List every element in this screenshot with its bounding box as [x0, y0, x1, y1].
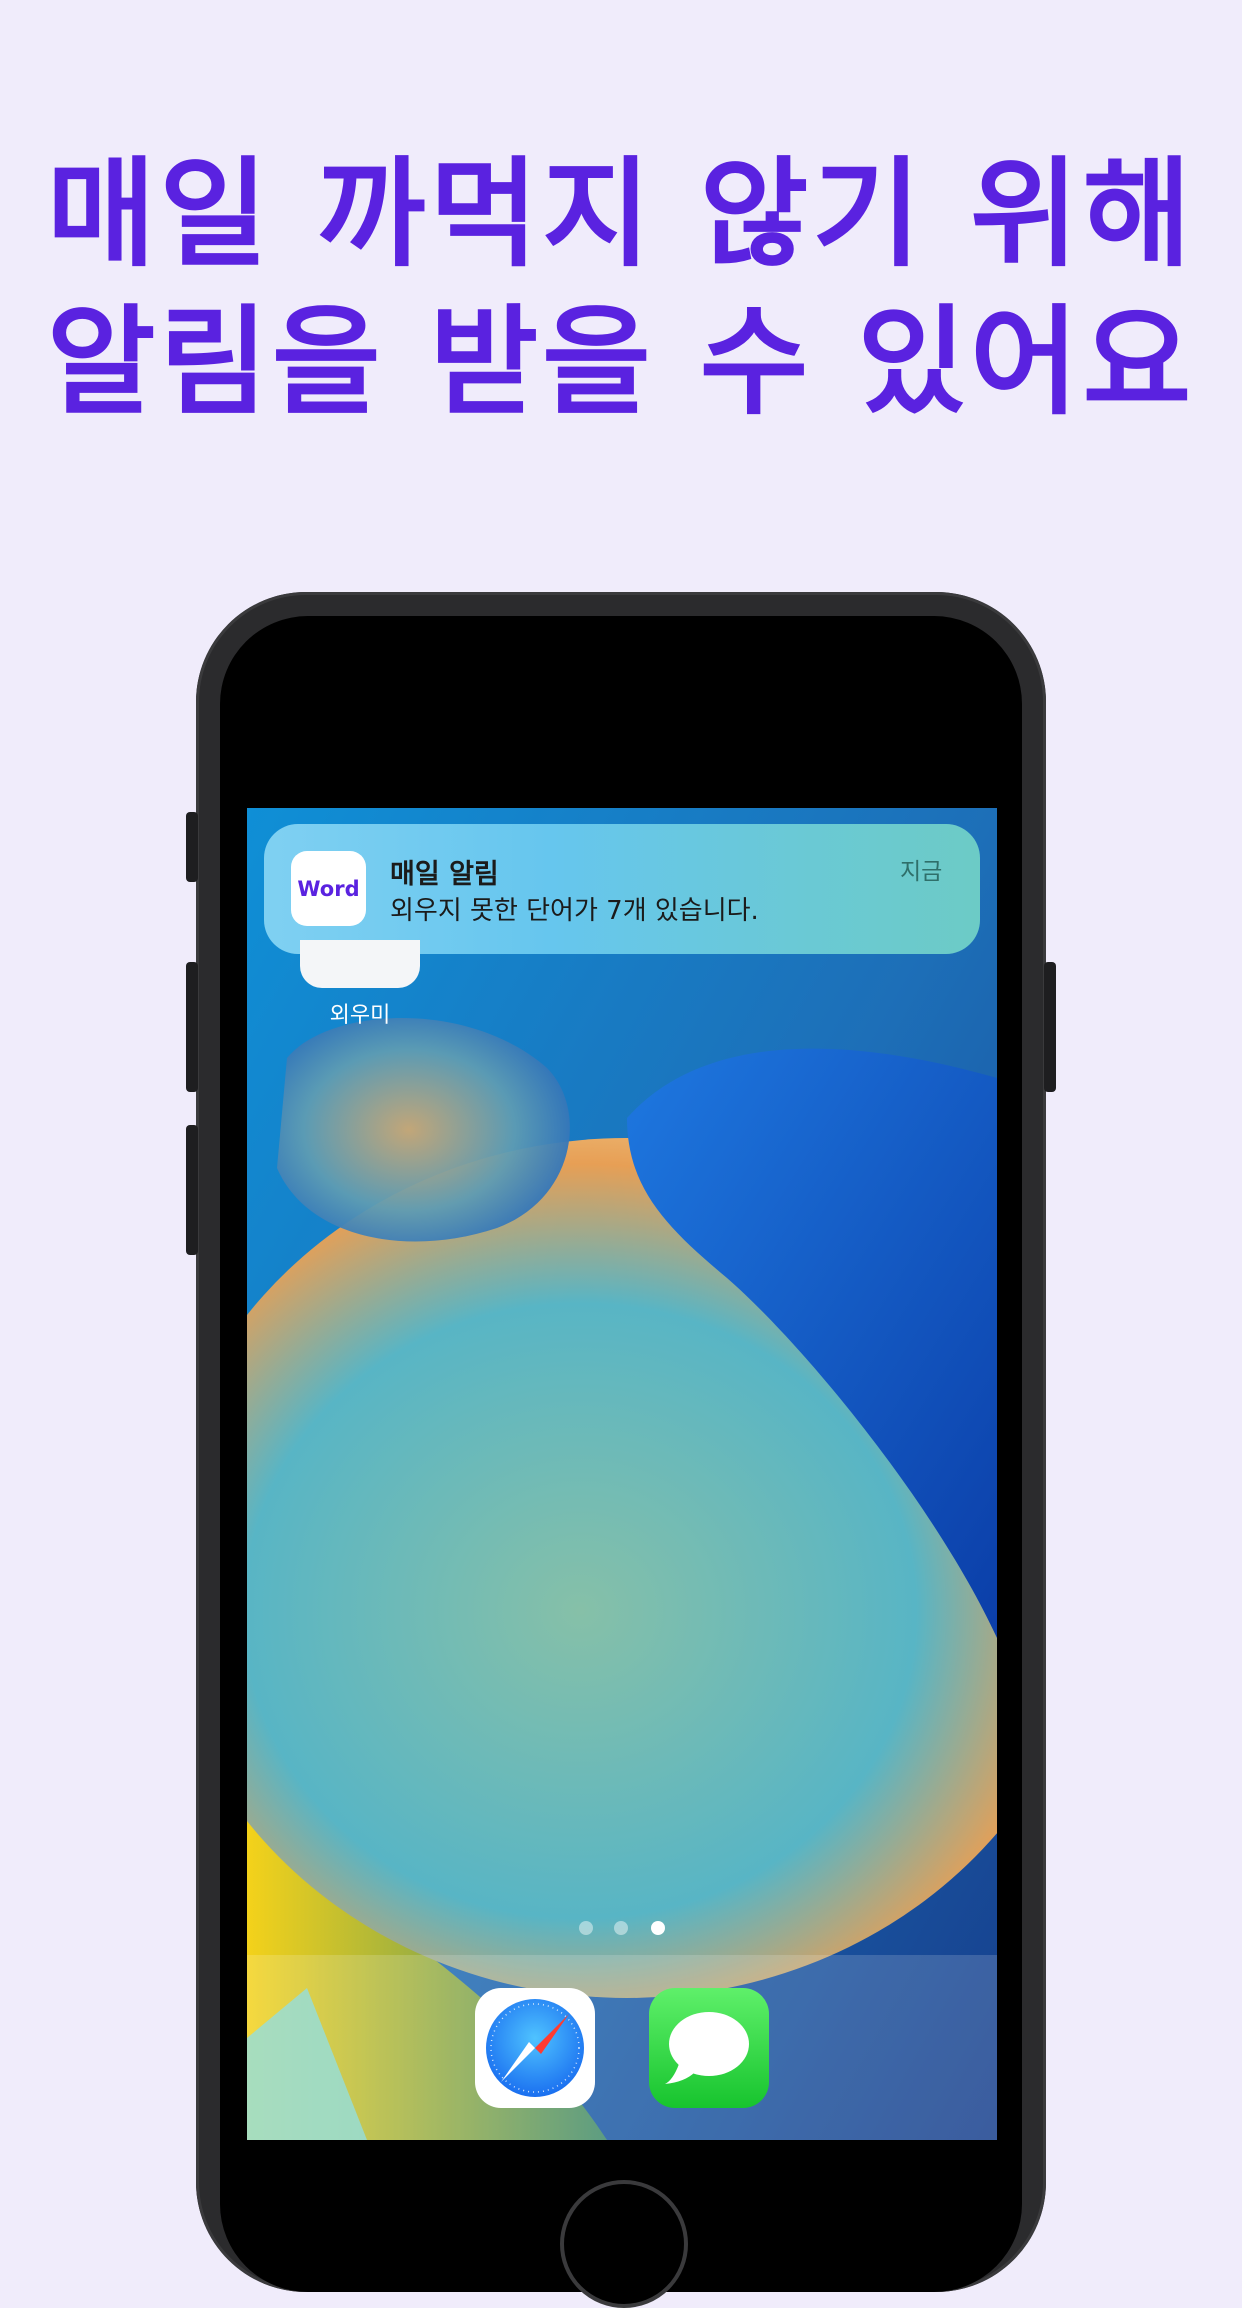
headline: 매일 까먹지 않기 위해 알림을 받을 수 있어요: [0, 140, 1242, 436]
notification-body: 외우지 못한 단어가 7개 있습니다.: [390, 896, 759, 926]
notification-banner[interactable]: [264, 824, 980, 954]
notification-title: 매일 알림: [390, 859, 499, 890]
notification-time: 지금: [900, 859, 943, 885]
headline-line-1: 매일 까먹지 않기 위해: [46, 145, 1196, 283]
page-dot-2[interactable]: [614, 1921, 628, 1935]
home-button[interactable]: [560, 2180, 688, 2308]
messages-icon[interactable]: [649, 1988, 769, 2108]
headline-line-2: 알림을 받을 수 있어요: [46, 293, 1196, 431]
app-label-oeumi: 외우미: [329, 1003, 391, 1028]
safari-icon[interactable]: [475, 1988, 595, 2108]
volume-down-button: [186, 1125, 198, 1255]
app-icon-text: Word: [297, 876, 360, 901]
dock: [247, 1955, 997, 2140]
speech-bubble-icon: [665, 2012, 749, 2084]
app-icon-oeumi[interactable]: [300, 940, 420, 988]
page-dot-1[interactable]: [579, 1921, 593, 1935]
mute-switch: [186, 812, 198, 882]
page-dot-3-active[interactable]: [651, 1921, 665, 1935]
power-button: [1044, 962, 1056, 1092]
safari-compass-icon: [486, 1999, 584, 2097]
word-app-icon: Word: [291, 851, 366, 926]
volume-up-button: [186, 962, 198, 1092]
